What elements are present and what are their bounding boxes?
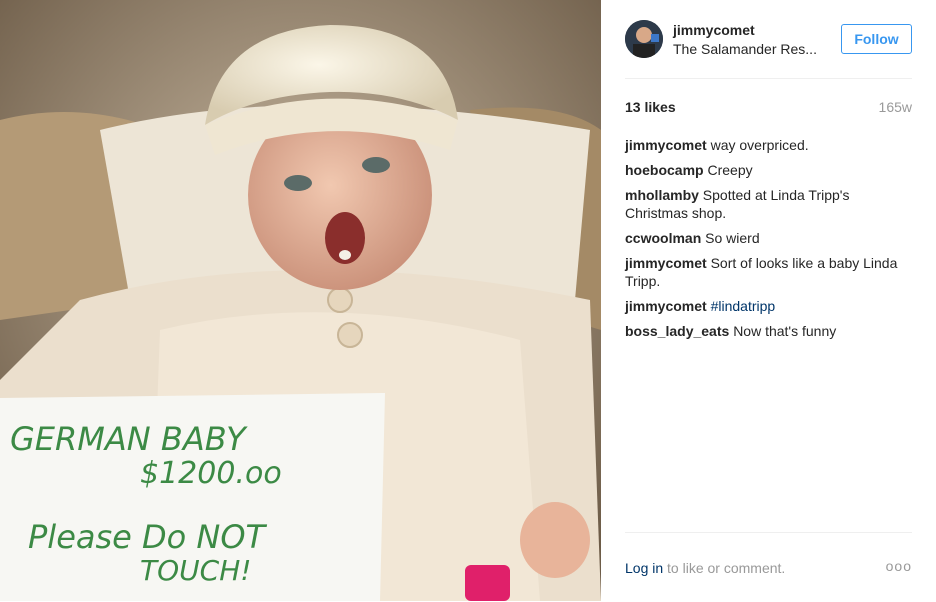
sign-line-1: GERMAN BABY (10, 420, 248, 458)
comment-item: ccwoolman So wierd (625, 229, 915, 247)
sign-line-3: Please Do NOT (28, 518, 268, 556)
baby-doll-image: GERMAN BABY $1200.oo Please Do NOT TOUCH… (0, 0, 601, 601)
sign-line-2: $1200.oo (140, 456, 282, 491)
avatar[interactable] (625, 20, 663, 58)
comment-text: Now that's funny (733, 323, 837, 339)
comment-text: So wierd (705, 230, 760, 246)
comment-item: jimmycomet #lindatripp (625, 297, 915, 315)
post-footer: Log in to like or comment. ooo (625, 532, 912, 602)
likes-count[interactable]: 13 likes (625, 99, 676, 115)
instagram-post: GERMAN BABY $1200.oo Please Do NOT TOUCH… (0, 0, 936, 601)
sign-line-4: TOUCH! (140, 554, 251, 587)
post-header: jimmycomet The Salamander Res... Follow (625, 20, 912, 79)
comment-username[interactable]: boss_lady_eats (625, 323, 729, 339)
comment-item: hoebocamp Creepy (625, 161, 915, 179)
comment-item: jimmycomet Sort of looks like a baby Lin… (625, 254, 915, 290)
comment-username[interactable]: jimmycomet (625, 255, 707, 271)
login-link[interactable]: Log in (625, 560, 663, 576)
hashtag-link[interactable]: #lindatripp (711, 298, 776, 314)
comment-item: boss_lady_eats Now that's funny (625, 322, 915, 340)
location-link[interactable]: The Salamander Res... (673, 41, 817, 57)
comment-username[interactable]: ccwoolman (625, 230, 701, 246)
comment-list: jimmycomet way overpriced. hoebocamp Cre… (625, 136, 915, 347)
login-suffix: to like or comment. (663, 560, 786, 576)
post-age[interactable]: 165w (879, 99, 912, 115)
username-link[interactable]: jimmycomet (673, 22, 755, 38)
follow-button[interactable]: Follow (841, 24, 912, 54)
comment-username[interactable]: jimmycomet (625, 137, 707, 153)
comment-text: way overpriced. (710, 137, 809, 153)
more-options-icon[interactable]: ooo (886, 558, 912, 574)
comment-item: jimmycomet way overpriced. (625, 136, 915, 154)
comment-text: Creepy (707, 162, 753, 178)
comment-item: mhollamby Spotted at Linda Tripp's Chris… (625, 186, 915, 222)
comment-username[interactable]: mhollamby (625, 187, 699, 203)
comment-username[interactable]: jimmycomet (625, 298, 707, 314)
comment-username[interactable]: hoebocamp (625, 162, 704, 178)
post-photo[interactable]: GERMAN BABY $1200.oo Please Do NOT TOUCH… (0, 0, 601, 601)
login-prompt: Log in to like or comment. (625, 560, 785, 576)
post-sidebar: jimmycomet The Salamander Res... Follow … (601, 0, 936, 601)
